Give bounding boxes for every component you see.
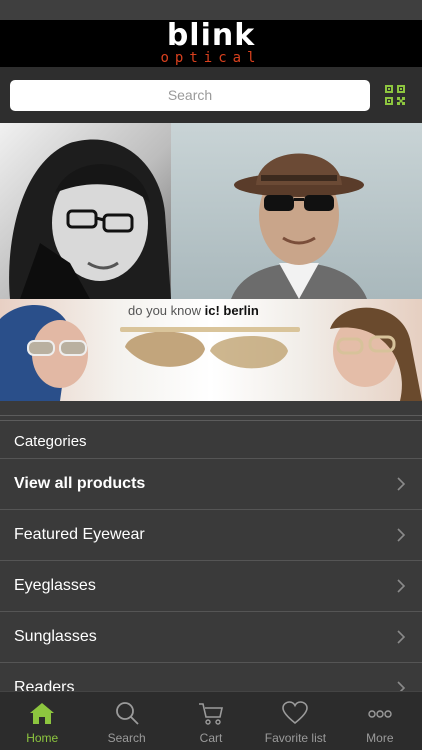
tab-label: Search: [107, 731, 146, 745]
banner-ic-berlin: do you know ic! berlin: [0, 299, 422, 401]
category-view-all-products[interactable]: View all products: [0, 459, 422, 510]
more-icon: [368, 710, 392, 718]
tab-label: Home: [26, 731, 59, 745]
section-divider: [0, 401, 422, 425]
chevron-right-icon: [397, 528, 406, 542]
bottom-tab-bar: Home Search Cart Favorite list More: [0, 691, 422, 750]
category-sunglasses[interactable]: Sunglasses: [0, 612, 422, 663]
tab-favorite-list[interactable]: Favorite list: [253, 692, 337, 750]
tab-label: More: [366, 731, 394, 745]
status-bar: [0, 0, 422, 20]
tab-label: Favorite list: [264, 731, 327, 745]
chevron-right-icon: [397, 630, 406, 644]
tab-more[interactable]: More: [338, 692, 422, 750]
category-featured-eyewear[interactable]: Featured Eyewear: [0, 510, 422, 561]
cart-icon: [199, 703, 224, 725]
categories-header: Categories: [0, 425, 422, 459]
tab-search[interactable]: Search: [84, 692, 168, 750]
home-icon: [30, 703, 55, 724]
banner-photo-woman-glasses: [0, 123, 171, 299]
banner-photo-man-hat: [171, 123, 422, 299]
category-label: Featured Eyewear: [14, 526, 145, 543]
category-eyeglasses[interactable]: Eyeglasses: [0, 561, 422, 612]
search-input[interactable]: [10, 79, 370, 111]
banner-tagline: do you know ic! berlin: [128, 303, 259, 318]
brand-logo: blink: [166, 18, 256, 53]
tab-cart[interactable]: Cart: [169, 692, 253, 750]
brand-header: blink optical: [0, 20, 422, 67]
promo-banner[interactable]: do you know ic! berlin: [0, 123, 422, 401]
tab-label: Cart: [199, 731, 223, 745]
category-list: View all products Featured Eyewear Eyegl…: [0, 459, 422, 714]
search-icon: [115, 702, 139, 725]
qr-code-icon[interactable]: [384, 84, 406, 106]
category-label: View all products: [14, 475, 146, 492]
category-label: Sunglasses: [14, 628, 97, 645]
heart-icon: [282, 701, 309, 725]
tab-home[interactable]: Home: [0, 692, 84, 750]
search-bar: [0, 67, 422, 123]
brand-subtitle: optical: [160, 50, 262, 66]
chevron-right-icon: [397, 477, 406, 491]
category-label: Eyeglasses: [14, 577, 96, 594]
chevron-right-icon: [397, 579, 406, 593]
